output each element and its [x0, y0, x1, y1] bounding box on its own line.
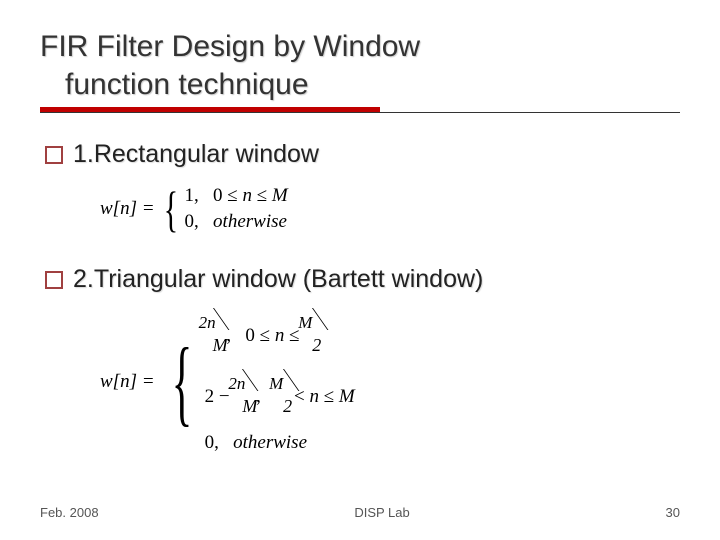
eq2-frac-m-2: M2 [304, 306, 318, 367]
eq1-c2-cond: otherwise [213, 211, 287, 232]
title-line-2: function technique [65, 68, 309, 101]
eq2-cases: 2nM , 0 ≤ n ≤ M2 2 − 2nM , M2 [205, 306, 355, 458]
brace-icon: { [171, 338, 192, 426]
bullet-2-text: 2.Triangular window (Bartett window) [73, 265, 483, 294]
eq1-lhs: w[n] = [100, 198, 155, 220]
title-rule [40, 112, 680, 113]
eq2-l3-val: 0, [205, 432, 219, 453]
bullet-2: 2.Triangular window (Bartett window) [45, 265, 680, 294]
slide: FIR Filter Design by Window function tec… [0, 0, 720, 540]
title-line-1: FIR Filter Design by Window [40, 30, 420, 63]
bullet-1: 1.Rectangular window [45, 140, 680, 169]
footer-page-number: 30 [666, 505, 680, 520]
equation-rectangular: w[n] = { 1, 0 ≤ n ≤ M 0, otherwise [100, 183, 680, 235]
footer-date: Feb. 2008 [40, 505, 99, 520]
eq2-l3-cond: otherwise [233, 432, 307, 453]
eq2-frac-2n-m-b: 2nM [234, 367, 251, 428]
bullet-box-icon [45, 271, 63, 289]
brace-icon: { [163, 184, 177, 234]
eq1-c2-val: 0, [185, 211, 199, 232]
eq2-lhs: w[n] = [100, 371, 155, 393]
eq1-cases: 1, 0 ≤ n ≤ M 0, otherwise [185, 183, 288, 235]
footer-lab: DISP Lab [354, 505, 409, 520]
bullet-1-text: 1.Rectangular window [73, 140, 319, 169]
eq1-c1-val: 1, [185, 185, 199, 206]
eq2-l1-cond: 0 ≤ n ≤ [245, 325, 304, 346]
slide-title: FIR Filter Design by Window function tec… [40, 28, 680, 103]
equation-triangular: w[n] = { 2nM , 0 ≤ n ≤ M2 2 − 2nM [100, 306, 680, 458]
slide-footer: Feb. 2008 DISP Lab 30 [40, 505, 680, 520]
eq2-l2-pre: 2 − [205, 386, 230, 407]
eq2-frac-2n-m: 2nM [205, 306, 222, 367]
bullet-box-icon [45, 146, 63, 164]
eq1-c1-cond: 0 ≤ n ≤ M [213, 185, 288, 206]
eq2-l2-cond: < n ≤ M [294, 386, 355, 407]
eq2-frac-m-2-b: M2 [275, 367, 289, 428]
